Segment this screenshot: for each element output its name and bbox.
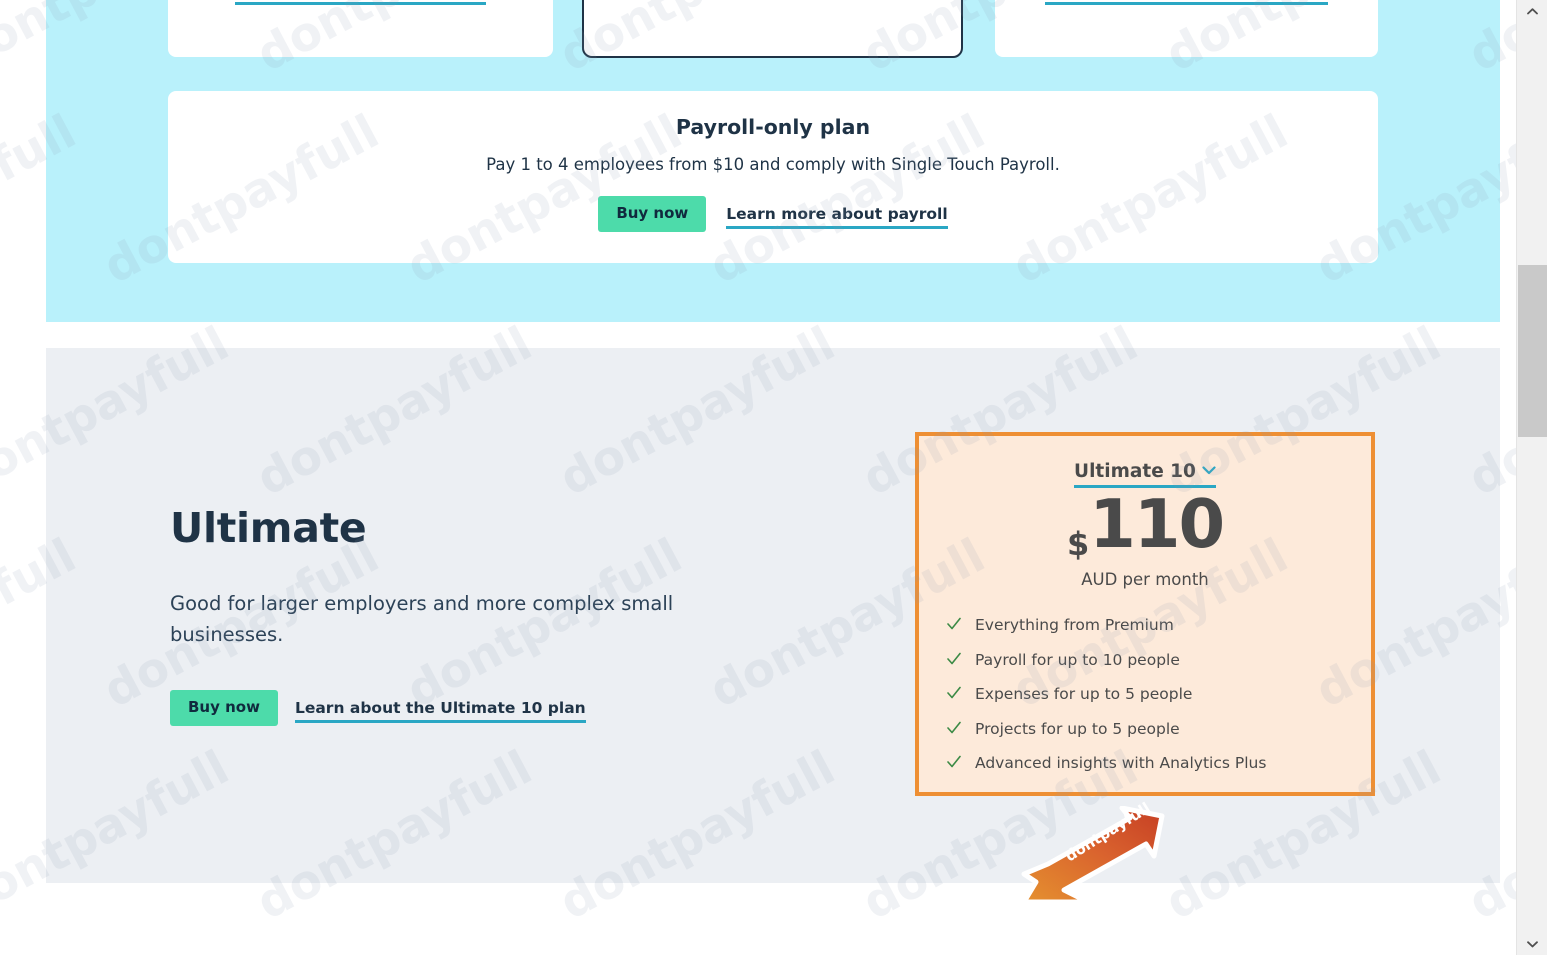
feature-label: Projects for up to 5 people — [975, 719, 1180, 738]
plan-card-standard[interactable]: Learn about the Standard plan — [582, 0, 963, 58]
pricing-currency-symbol: $ — [1066, 525, 1090, 563]
ultimate-description: Good for larger employers and more compl… — [170, 592, 674, 647]
payroll-card-subtitle: Pay 1 to 4 employees from $10 and comply… — [486, 155, 1060, 174]
payroll-buy-now-button[interactable]: Buy now — [598, 196, 707, 232]
check-icon — [947, 617, 961, 631]
chevron-down-icon — [1202, 459, 1216, 480]
page-viewport: Learn about the Starter plan Learn about… — [0, 0, 1516, 955]
ultimate-buy-now-button[interactable]: Buy now — [170, 690, 278, 727]
ultimate-heading: Ultimate — [170, 504, 367, 552]
link-learn-starter-plan-label: Learn about the Starter plan — [235, 0, 486, 5]
scroll-down-arrow-icon[interactable] — [1517, 933, 1547, 955]
ultimate-info-block: Ultimate Good for larger employers and m… — [170, 504, 730, 727]
check-icon — [947, 686, 961, 700]
check-icon — [947, 755, 961, 769]
ultimate-pricing-card: Ultimate 10 $110 AUD per month Everythin… — [915, 432, 1375, 796]
feature-label: Everything from Premium — [975, 616, 1174, 634]
pricing-period-label: AUD per month — [1081, 570, 1209, 589]
feature-list-item: Everything from Premium — [947, 616, 1351, 635]
feature-list-item: Payroll for up to 10 people — [947, 651, 1351, 670]
plan-card-starter[interactable]: Learn about the Starter plan — [168, 0, 553, 57]
scrollbar-thumb[interactable] — [1518, 265, 1547, 437]
feature-list-item: Expenses for up to 5 people — [947, 685, 1351, 704]
pricing-amount-row: $110 — [919, 491, 1371, 563]
feature-label: Advanced insights with Analytics Plus — [975, 754, 1267, 773]
payroll-card-actions: Buy now Learn more about payroll — [168, 196, 1378, 232]
pricing-feature-list: Everything from Premium Payroll for up t… — [947, 616, 1351, 789]
feature-label: Expenses for up to 5 people — [975, 685, 1193, 704]
vertical-scrollbar[interactable] — [1516, 0, 1547, 955]
ultimate-actions: Buy now Learn about the Ultimate 10 plan — [170, 690, 730, 727]
feature-list-item: Projects for up to 5 people — [947, 720, 1351, 739]
link-learn-ultimate-plan[interactable]: Learn about the Ultimate 10 plan — [294, 699, 586, 724]
link-learn-ultimate-plan-label: Learn about the Ultimate 10 plan — [294, 699, 586, 724]
link-learn-premium-plan-label: Learn about the Premium 5 plan — [1045, 0, 1328, 5]
payroll-card-title: Payroll-only plan — [675, 115, 871, 139]
check-icon — [947, 652, 961, 666]
check-icon — [947, 721, 961, 735]
pricing-plan-selector[interactable]: Ultimate 10 — [1074, 459, 1216, 488]
dontpayfull-arrow-graphic: dontpayfull — [1018, 799, 1178, 916]
feature-label: Payroll for up to 10 people — [975, 650, 1180, 669]
pricing-plan-name-label: Ultimate 10 — [1074, 461, 1196, 482]
link-learn-more-payroll-label: Learn more about payroll — [726, 205, 948, 229]
scroll-up-arrow-icon[interactable] — [1517, 0, 1547, 22]
pricing-amount-value: 110 — [1089, 485, 1225, 563]
starter-plans-section: Learn about the Starter plan Learn about… — [46, 0, 1500, 322]
payroll-only-card: Payroll-only plan Pay 1 to 4 employees f… — [168, 91, 1378, 263]
feature-list-item: Advanced insights with Analytics Plus — [947, 754, 1351, 773]
link-learn-more-payroll[interactable]: Learn more about payroll — [726, 205, 948, 229]
plan-card-premium[interactable]: Learn about the Premium 5 plan — [995, 0, 1378, 57]
ultimate-plan-section: Ultimate Good for larger employers and m… — [46, 348, 1500, 883]
pricing-plan-selector-row: Ultimate 10 — [919, 459, 1371, 488]
